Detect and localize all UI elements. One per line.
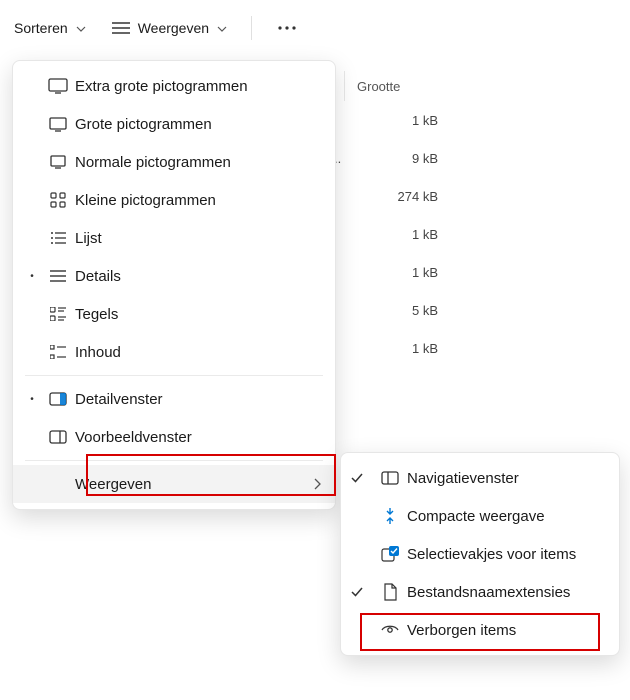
monitor-l-icon xyxy=(41,117,75,132)
file-icon xyxy=(373,583,407,601)
menu-item-label: Weergeven xyxy=(75,476,313,493)
cell-size: 1 kB xyxy=(344,102,438,140)
chevron-right-icon xyxy=(313,478,321,490)
menu-item-small-icons[interactable]: Kleine pictogrammen xyxy=(13,181,335,219)
menu-item-label: Grote pictogrammen xyxy=(75,116,321,133)
bullet-selected: • xyxy=(23,394,41,405)
menu-item-show-submenu[interactable]: Weergeven xyxy=(13,465,335,503)
panel-right-icon xyxy=(41,392,75,406)
menu-item-label: Extra grote pictogrammen xyxy=(75,78,321,95)
menu-item-large-icons[interactable]: Grote pictogrammen xyxy=(13,105,335,143)
menu-item-label: Kleine pictogrammen xyxy=(75,192,321,209)
menu-separator xyxy=(25,375,323,376)
cell-size: 1 kB xyxy=(344,254,438,292)
menu-item-tiles[interactable]: Tegels xyxy=(13,295,335,333)
grid-small-icon xyxy=(41,192,75,208)
view-button[interactable]: Weergeven xyxy=(102,14,235,42)
panel-right-icon xyxy=(41,430,75,444)
submenu-item-label: Verborgen items xyxy=(407,622,605,639)
cell-size: 5 kB xyxy=(344,292,438,330)
sort-button[interactable]: Sorteren xyxy=(4,14,94,42)
list-icon xyxy=(112,21,130,35)
tiles-icon xyxy=(41,307,75,321)
submenu-item-label: Compacte weergave xyxy=(407,508,605,525)
chevron-down-icon xyxy=(217,24,225,32)
menu-item-medium-icons[interactable]: Normale pictogrammen xyxy=(13,143,335,181)
sort-label: Sorteren xyxy=(14,20,68,36)
column-header-size-label: Grootte xyxy=(357,79,400,94)
bullet-selected: • xyxy=(23,271,41,282)
menu-item-extra-large-icons[interactable]: Extra grote pictogrammen xyxy=(13,67,335,105)
view-menu: Extra grote pictogrammen Grote pictogram… xyxy=(12,60,336,510)
submenu-item-label: Selectievakjes voor items xyxy=(407,546,605,563)
menu-item-list[interactable]: Lijst xyxy=(13,219,335,257)
toolbar: Sorteren Weergeven xyxy=(0,0,630,56)
menu-item-label: Inhoud xyxy=(75,344,321,361)
menu-item-label: Voorbeeldvenster xyxy=(75,429,321,446)
menu-separator xyxy=(25,460,323,461)
submenu-item-label: Bestandsnaamextensies xyxy=(407,584,605,601)
submenu-item-compact-view[interactable]: Compacte weergave xyxy=(341,497,619,535)
content-icon xyxy=(41,345,75,359)
submenu-item-hidden-items[interactable]: Verborgen items xyxy=(341,611,619,649)
toolbar-separator xyxy=(251,16,252,40)
cell-size: 1 kB xyxy=(344,330,438,368)
more-button[interactable] xyxy=(268,20,306,36)
submenu-item-item-checkboxes[interactable]: Selectievakjes voor items xyxy=(341,535,619,573)
details-icon xyxy=(41,270,75,282)
cell-size: 274 kB xyxy=(344,178,438,216)
menu-item-preview-pane[interactable]: Voorbeeldvenster xyxy=(13,418,335,456)
check-icon xyxy=(351,472,373,484)
panel-left-icon xyxy=(373,471,407,485)
checkbox-icon xyxy=(373,546,407,562)
list-icon xyxy=(41,231,75,245)
submenu-item-navigation-pane[interactable]: Navigatievenster xyxy=(341,459,619,497)
menu-item-details[interactable]: • Details xyxy=(13,257,335,295)
menu-item-content[interactable]: Inhoud xyxy=(13,333,335,371)
menu-item-label: Normale pictogrammen xyxy=(75,154,321,171)
column-header-size[interactable]: Grootte xyxy=(344,71,448,101)
cell-size: 1 kB xyxy=(344,216,438,254)
show-submenu: Navigatievenster Compacte weergave Selec… xyxy=(340,452,620,656)
check-icon xyxy=(351,586,373,598)
menu-item-label: Detailvenster xyxy=(75,391,321,408)
chevron-down-icon xyxy=(76,24,84,32)
monitor-m-icon xyxy=(41,155,75,169)
monitor-xl-icon xyxy=(41,78,75,94)
eye-icon xyxy=(373,624,407,636)
more-icon xyxy=(278,26,296,30)
menu-item-details-pane[interactable]: • Detailvenster xyxy=(13,380,335,418)
submenu-item-label: Navigatievenster xyxy=(407,470,605,487)
menu-item-label: Details xyxy=(75,268,321,285)
menu-item-label: Tegels xyxy=(75,306,321,323)
cell-size: 9 kB xyxy=(344,140,438,178)
view-label: Weergeven xyxy=(138,20,209,36)
submenu-item-file-extensions[interactable]: Bestandsnaamextensies xyxy=(341,573,619,611)
compact-icon xyxy=(373,508,407,524)
menu-item-label: Lijst xyxy=(75,230,321,247)
